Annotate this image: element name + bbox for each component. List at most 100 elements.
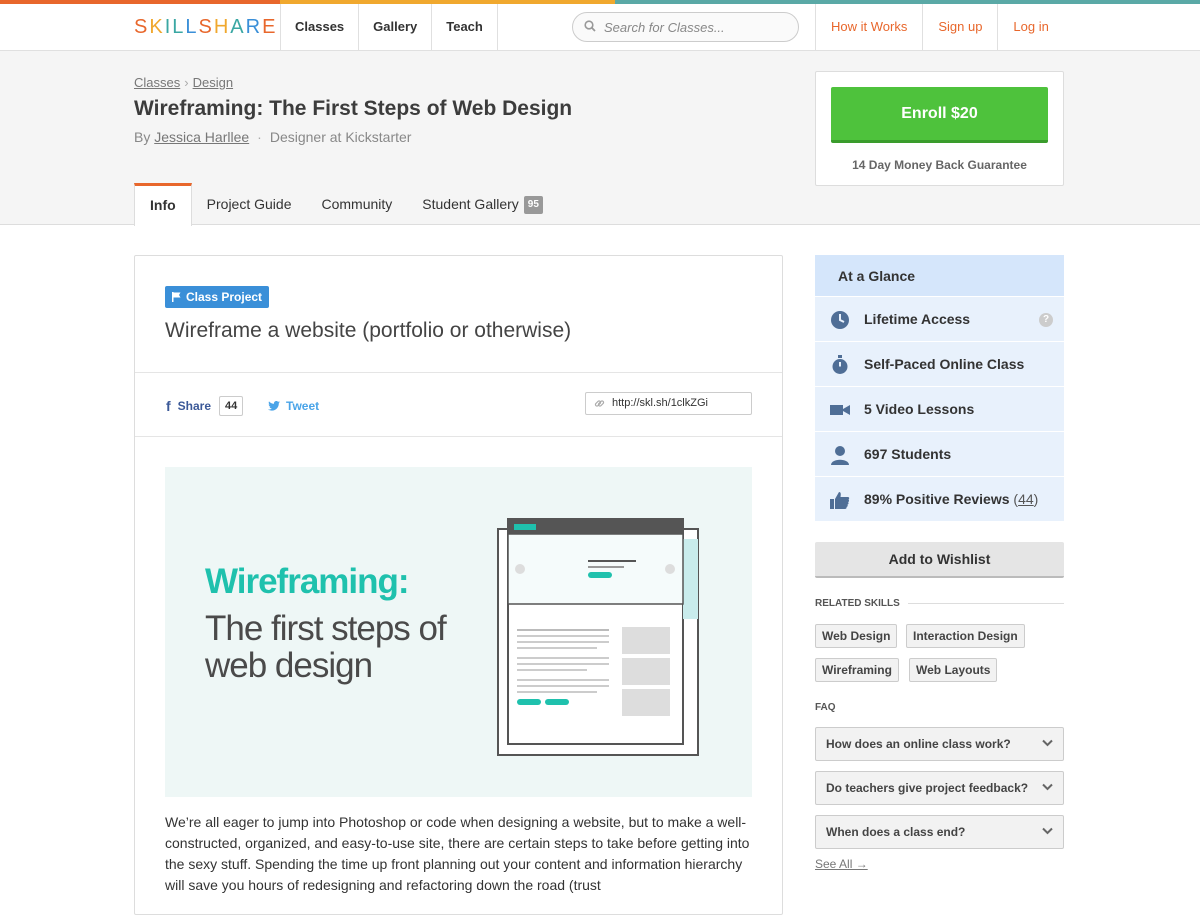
- faq-question: When does a class end?: [826, 825, 966, 839]
- person-icon: [831, 446, 849, 465]
- class-project-label: Class Project: [186, 290, 263, 304]
- glance-item-lifetime-access: Lifetime Access ?: [815, 297, 1064, 342]
- faq-item[interactable]: When does a class end?: [815, 815, 1064, 849]
- tab-student-gallery-label: Student Gallery: [422, 196, 519, 212]
- breadcrumb-classes[interactable]: Classes: [134, 75, 180, 90]
- how-it-works-link[interactable]: How it Works: [815, 4, 922, 50]
- glance-item-self-paced: Self-Paced Online Class: [815, 342, 1064, 387]
- glance-label: 697 Students: [864, 446, 952, 462]
- breadcrumb: Classes › Design: [134, 75, 233, 90]
- glance-label: 5 Video Lessons: [864, 401, 975, 417]
- logo-letter: R: [245, 16, 263, 38]
- primary-nav: Classes Gallery Teach: [280, 4, 498, 50]
- add-to-wishlist-button[interactable]: Add to Wishlist: [815, 542, 1064, 578]
- enroll-box: Enroll $20 14 Day Money Back Guarantee: [815, 71, 1064, 186]
- facebook-share-button[interactable]: f Share 44: [166, 396, 244, 416]
- glance-item-reviews: 89% Positive Reviews (44): [815, 477, 1064, 522]
- skill-tag-interaction-design[interactable]: Interaction Design: [906, 624, 1025, 648]
- money-back-guarantee: 14 Day Money Back Guarantee: [852, 158, 1027, 172]
- project-card: Class Project Wireframe a website (portf…: [134, 255, 783, 915]
- review-count-link[interactable]: 44: [1018, 491, 1034, 507]
- nav-teach[interactable]: Teach: [431, 4, 498, 50]
- logo-letter: H: [213, 16, 231, 38]
- divider: [135, 436, 782, 437]
- wireframe-illustration: [497, 518, 699, 756]
- tweet-button[interactable]: Tweet: [268, 396, 319, 416]
- account-nav: How it Works Sign up Log in: [815, 4, 1064, 50]
- logo-letter: L: [172, 16, 186, 38]
- chevron-down-icon: [1042, 783, 1053, 791]
- project-banner-image: Wireframing: The first steps of web desi…: [165, 467, 752, 797]
- faq-label: FAQ: [815, 702, 836, 713]
- share-count: 44: [219, 396, 244, 416]
- class-project-badge: Class Project: [165, 286, 270, 308]
- clock-icon: [831, 311, 849, 329]
- faq-item[interactable]: Do teachers give project feedback?: [815, 771, 1064, 805]
- chevron-down-icon: [1042, 827, 1053, 835]
- search-icon: [584, 20, 596, 32]
- byline: By Jessica Harllee · Designer at Kickstart…: [134, 129, 411, 145]
- help-icon[interactable]: ?: [1039, 313, 1053, 327]
- logo-letter: S: [134, 16, 150, 38]
- logo-letter: L: [185, 16, 199, 38]
- flag-icon: [172, 292, 181, 302]
- skillshare-logo[interactable]: SKILLSHARE: [134, 16, 277, 39]
- related-skills-heading: RELATED SKILLS: [815, 598, 1064, 609]
- breadcrumb-design[interactable]: Design: [193, 75, 233, 90]
- faq-question: How does an online class work?: [826, 737, 1011, 751]
- tab-info[interactable]: Info: [134, 183, 192, 226]
- enroll-button[interactable]: Enroll $20: [831, 87, 1048, 143]
- related-skills-label: RELATED SKILLS: [815, 598, 900, 609]
- separator-dot: ·: [257, 129, 262, 145]
- page-title: Wireframing: The First Steps of Web Desi…: [134, 97, 573, 120]
- faq-item[interactable]: How does an online class work?: [815, 727, 1064, 761]
- short-url-value: http://skl.sh/1clkZGi: [612, 397, 708, 409]
- gallery-count-badge: 95: [523, 196, 543, 215]
- glance-item-video-lessons: 5 Video Lessons: [815, 387, 1064, 432]
- link-icon: [594, 400, 605, 407]
- banner-subtitle: The first steps of web design: [205, 609, 447, 685]
- class-tabs: Info Project Guide Community Student Gal…: [134, 183, 558, 226]
- logo-letter: E: [262, 16, 278, 38]
- chevron-down-icon: [1042, 739, 1053, 747]
- faq-heading: FAQ: [815, 702, 1064, 713]
- breadcrumb-chevron-icon: ›: [184, 75, 189, 90]
- top-navigation: SKILLSHARE Classes Gallery Teach Search …: [0, 4, 1200, 51]
- project-description: We’re all eager to jump into Photoshop o…: [165, 814, 750, 893]
- see-all-faq-link[interactable]: See All →: [815, 857, 868, 871]
- byline-prefix: By: [134, 129, 151, 145]
- skill-tag-wireframing[interactable]: Wireframing: [815, 658, 899, 682]
- sign-up-link[interactable]: Sign up: [922, 4, 997, 50]
- divider: [907, 603, 1064, 604]
- author-link[interactable]: Jessica Harllee: [154, 129, 249, 145]
- tab-community[interactable]: Community: [306, 183, 407, 225]
- banner-title: Wireframing:: [205, 562, 410, 601]
- share-label: Share: [177, 399, 212, 413]
- reviews-label: 89% Positive Reviews: [864, 491, 1010, 507]
- search-input[interactable]: Search for Classes...: [572, 12, 799, 42]
- faq-question: Do teachers give project feedback?: [826, 781, 1029, 795]
- logo-letter: K: [149, 16, 165, 38]
- search-placeholder: Search for Classes...: [604, 20, 725, 35]
- at-a-glance-panel: At a Glance Lifetime Access ? Self-Paced…: [815, 255, 1064, 522]
- thumbs-up-icon: [830, 492, 850, 509]
- tweet-label: Tweet: [286, 399, 320, 413]
- nav-gallery[interactable]: Gallery: [358, 4, 431, 50]
- glance-label: Self-Paced Online Class: [864, 356, 1025, 372]
- skill-tag-web-design[interactable]: Web Design: [815, 624, 898, 648]
- tab-student-gallery[interactable]: Student Gallery 95: [407, 183, 558, 225]
- facebook-icon: f: [166, 398, 171, 414]
- author-role: Designer at Kickstarter: [269, 129, 412, 145]
- stopwatch-icon: [832, 355, 848, 374]
- at-a-glance-heading: At a Glance: [815, 255, 1064, 297]
- glance-label: Lifetime Access: [864, 311, 971, 327]
- log-in-link[interactable]: Log in: [997, 4, 1063, 50]
- tab-project-guide[interactable]: Project Guide: [192, 183, 307, 225]
- twitter-icon: [268, 401, 280, 411]
- skill-tag-web-layouts[interactable]: Web Layouts: [909, 658, 998, 682]
- logo-letter: S: [198, 16, 214, 38]
- logo-letter: A: [230, 16, 246, 38]
- nav-classes[interactable]: Classes: [280, 4, 358, 50]
- video-camera-icon: [830, 405, 850, 415]
- short-url-field[interactable]: http://skl.sh/1clkZGi: [585, 392, 752, 415]
